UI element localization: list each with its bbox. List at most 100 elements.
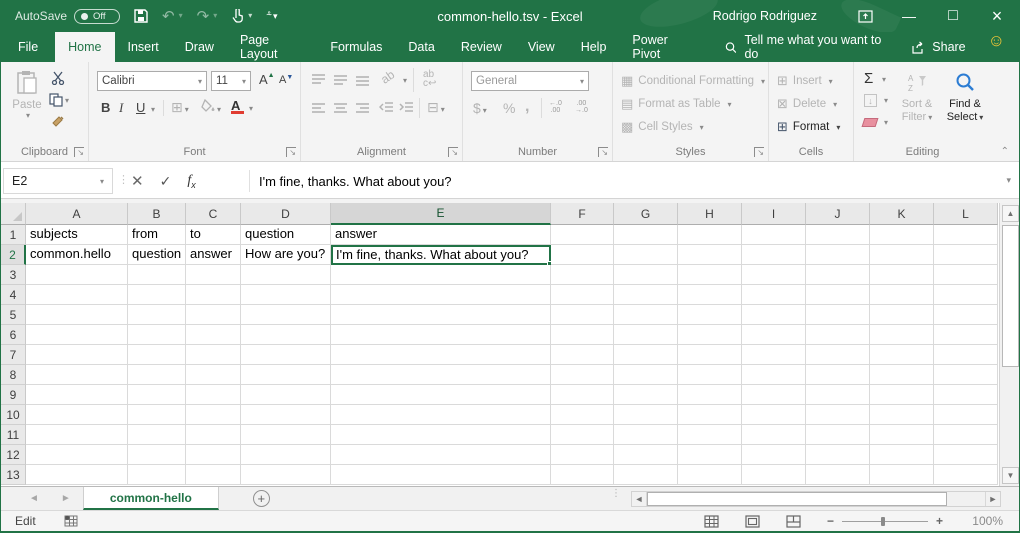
- cell-J1[interactable]: [806, 225, 870, 245]
- cell-G7[interactable]: [614, 345, 678, 365]
- cell-H8[interactable]: [678, 365, 742, 385]
- cell-G5[interactable]: [614, 305, 678, 325]
- cell-H7[interactable]: [678, 345, 742, 365]
- cell-K2[interactable]: [870, 245, 934, 265]
- enter-button[interactable]: ✓: [160, 173, 172, 190]
- formula-input[interactable]: [257, 168, 997, 194]
- cell-B3[interactable]: [128, 265, 186, 285]
- column-header-K[interactable]: K: [870, 203, 934, 225]
- cell-F12[interactable]: [551, 445, 614, 465]
- cell-B10[interactable]: [128, 405, 186, 425]
- cell-L1[interactable]: [934, 225, 998, 245]
- cell-B2[interactable]: question: [128, 245, 186, 265]
- cell-B12[interactable]: [128, 445, 186, 465]
- fill-color-dropdown-icon[interactable]: ▾: [217, 105, 221, 114]
- maximize-button[interactable]: □: [931, 0, 975, 32]
- cell-B5[interactable]: [128, 305, 186, 325]
- cell-J7[interactable]: [806, 345, 870, 365]
- row-header-6[interactable]: 6: [1, 325, 26, 345]
- cell-E13[interactable]: [331, 465, 551, 485]
- cell-F11[interactable]: [551, 425, 614, 445]
- cell-E9[interactable]: [331, 385, 551, 405]
- cell-D3[interactable]: [241, 265, 331, 285]
- fill-button[interactable]: ↓: [864, 94, 877, 107]
- formula-bar-resize-dots[interactable]: ⋮: [118, 173, 129, 186]
- cell-F2[interactable]: [551, 245, 614, 265]
- minimize-button[interactable]: —: [887, 0, 931, 32]
- ribbon-display-options-button[interactable]: [843, 0, 887, 32]
- cell-A10[interactable]: [26, 405, 128, 425]
- tab-draw[interactable]: Draw: [172, 32, 227, 62]
- row-header-4[interactable]: 4: [1, 285, 26, 305]
- user-name[interactable]: Rodrigo Rodriguez: [713, 9, 817, 23]
- touch-mouse-mode-button[interactable]: ▾: [231, 9, 252, 23]
- font-color-button[interactable]: A: [231, 98, 244, 114]
- tab-formulas[interactable]: Formulas: [317, 32, 395, 62]
- cell-L12[interactable]: [934, 445, 998, 465]
- cell-C3[interactable]: [186, 265, 241, 285]
- cell-A7[interactable]: [26, 345, 128, 365]
- cell-D11[interactable]: [241, 425, 331, 445]
- cell-C13[interactable]: [186, 465, 241, 485]
- fill-color-button[interactable]: ▾: [201, 99, 221, 115]
- redo-button[interactable]: ↷▾: [197, 9, 218, 24]
- cell-I11[interactable]: [742, 425, 806, 445]
- cell-D12[interactable]: [241, 445, 331, 465]
- macro-record-button[interactable]: [64, 515, 78, 527]
- cell-L3[interactable]: [934, 265, 998, 285]
- undo-dropdown-icon[interactable]: ▾: [179, 12, 183, 20]
- cell-B13[interactable]: [128, 465, 186, 485]
- cell-H2[interactable]: [678, 245, 742, 265]
- cell-G3[interactable]: [614, 265, 678, 285]
- merge-center-button[interactable]: ⊟▾: [427, 99, 445, 116]
- cell-D5[interactable]: [241, 305, 331, 325]
- tab-data[interactable]: Data: [395, 32, 447, 62]
- column-header-F[interactable]: F: [551, 203, 614, 225]
- cell-H6[interactable]: [678, 325, 742, 345]
- cell-B11[interactable]: [128, 425, 186, 445]
- cell-I4[interactable]: [742, 285, 806, 305]
- cell-H5[interactable]: [678, 305, 742, 325]
- styles-dialog-launcher[interactable]: ↘: [754, 147, 764, 157]
- cell-E2[interactable]: I'm fine, thanks. What about you?: [331, 245, 551, 265]
- tab-page-layout[interactable]: Page Layout: [227, 32, 317, 62]
- cell-C11[interactable]: [186, 425, 241, 445]
- cell-J2[interactable]: [806, 245, 870, 265]
- cell-B4[interactable]: [128, 285, 186, 305]
- autosum-button[interactable]: Σ: [864, 70, 873, 87]
- row-header-1[interactable]: 1: [1, 225, 26, 245]
- cell-J10[interactable]: [806, 405, 870, 425]
- cell-E5[interactable]: [331, 305, 551, 325]
- cell-H9[interactable]: [678, 385, 742, 405]
- increase-indent-icon[interactable]: [399, 102, 414, 114]
- font-name-combo[interactable]: Calibri▾: [97, 71, 207, 91]
- column-header-G[interactable]: G: [614, 203, 678, 225]
- cell-B7[interactable]: [128, 345, 186, 365]
- font-dialog-launcher[interactable]: ↘: [286, 147, 296, 157]
- cell-F4[interactable]: [551, 285, 614, 305]
- cell-F7[interactable]: [551, 345, 614, 365]
- cell-C10[interactable]: [186, 405, 241, 425]
- cell-H13[interactable]: [678, 465, 742, 485]
- cell-K13[interactable]: [870, 465, 934, 485]
- zoom-slider-thumb[interactable]: [881, 517, 885, 526]
- row-header-7[interactable]: 7: [1, 345, 26, 365]
- column-header-H[interactable]: H: [678, 203, 742, 225]
- touch-mode-dropdown-icon[interactable]: ▾: [248, 12, 252, 20]
- italic-button[interactable]: I: [119, 100, 123, 116]
- paste-button[interactable]: Paste ▾: [9, 70, 45, 120]
- cell-K10[interactable]: [870, 405, 934, 425]
- fill-dropdown-icon[interactable]: ▾: [884, 96, 888, 105]
- page-break-preview-button[interactable]: [786, 515, 801, 528]
- cell-K12[interactable]: [870, 445, 934, 465]
- cell-D10[interactable]: [241, 405, 331, 425]
- cell-L7[interactable]: [934, 345, 998, 365]
- tab-power-pivot[interactable]: Power Pivot: [619, 32, 706, 62]
- find-select-button[interactable]: Find & Select▾: [942, 70, 988, 124]
- borders-dropdown-icon[interactable]: ▾: [185, 105, 189, 114]
- font-size-combo[interactable]: 11▾: [211, 71, 251, 91]
- cell-I13[interactable]: [742, 465, 806, 485]
- cell-C12[interactable]: [186, 445, 241, 465]
- new-sheet-button[interactable]: +: [253, 490, 270, 507]
- orientation-dropdown-icon[interactable]: ▾: [403, 76, 407, 85]
